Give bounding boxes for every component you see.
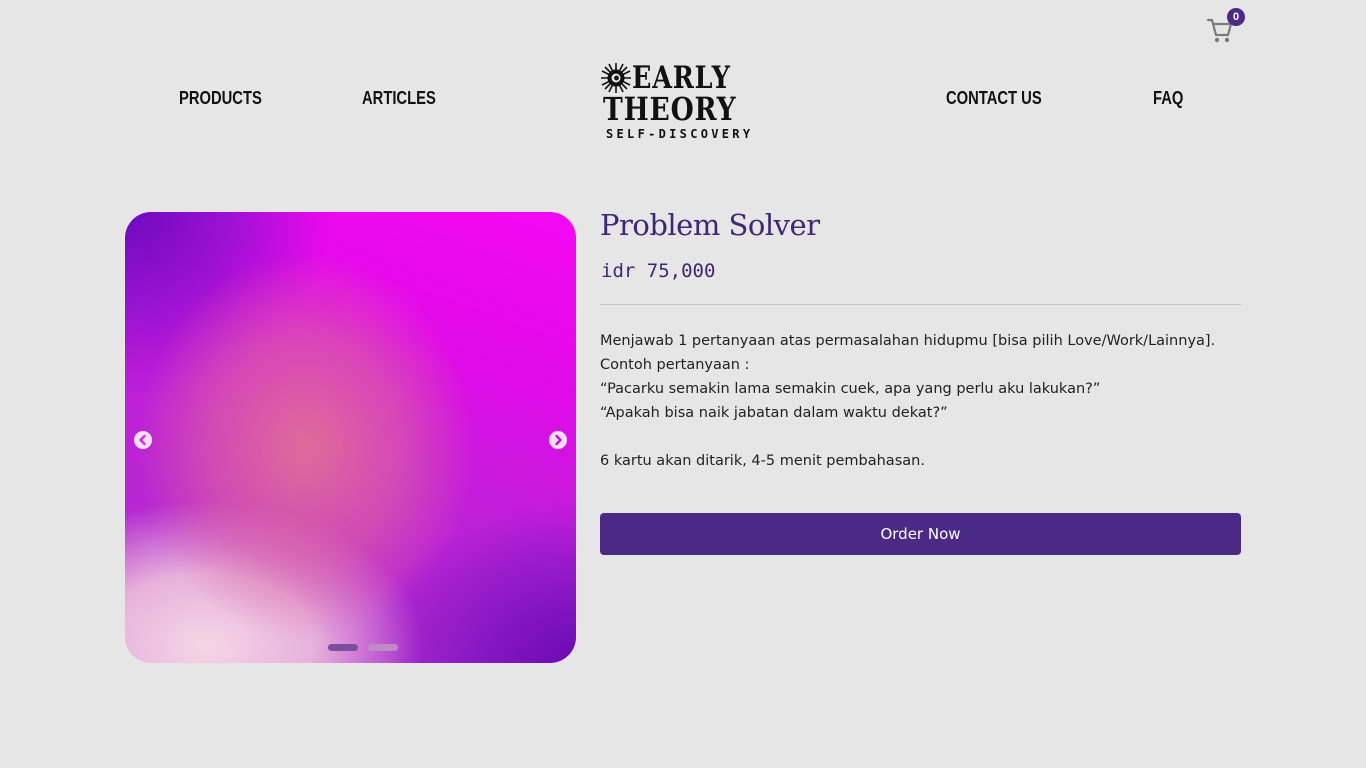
description-line: Menjawab 1 pertanyaan atas permasalahan … <box>600 333 1216 349</box>
logo-word-theory: THEORY <box>603 90 737 128</box>
product-image-carousel[interactable] <box>125 212 576 663</box>
description-line: “Apakah bisa naik jabatan dalam waktu de… <box>600 405 948 421</box>
cart-button[interactable]: 0 <box>1206 8 1245 45</box>
carousel-dot-2[interactable] <box>368 644 398 651</box>
carousel-prev-button[interactable] <box>134 431 152 449</box>
divider <box>600 304 1241 305</box>
carousel-next-button[interactable] <box>549 431 567 449</box>
chevron-left-icon <box>139 434 146 446</box>
chevron-right-icon <box>555 434 562 446</box>
nav-link-products[interactable]: PRODUCTS <box>179 88 262 109</box>
description-line: “Pacarku semakin lama semakin cuek, apa … <box>600 381 1101 397</box>
description-line: 6 kartu akan ditarik, 4-5 menit pembahas… <box>600 453 925 469</box>
nav-link-contact-us[interactable]: CONTACT US <box>946 88 1042 109</box>
logo-tagline: SELF-DISCOVERY <box>606 127 754 141</box>
product-title: Problem Solver <box>600 208 820 242</box>
site-logo[interactable]: EARLY THEORY SELF-DISCOVERY <box>600 60 768 144</box>
product-price: idr 75,000 <box>601 260 716 282</box>
carousel-dot-1[interactable] <box>328 644 358 651</box>
nav-link-articles[interactable]: ARTICLES <box>362 88 436 109</box>
description-line: Contoh pertanyaan : <box>600 357 750 373</box>
cart-count-badge: 0 <box>1227 8 1245 26</box>
nav-link-faq[interactable]: FAQ <box>1153 88 1183 109</box>
order-now-button[interactable]: Order Now <box>600 513 1241 555</box>
product-description: Menjawab 1 pertanyaan atas permasalahan … <box>600 329 1260 473</box>
